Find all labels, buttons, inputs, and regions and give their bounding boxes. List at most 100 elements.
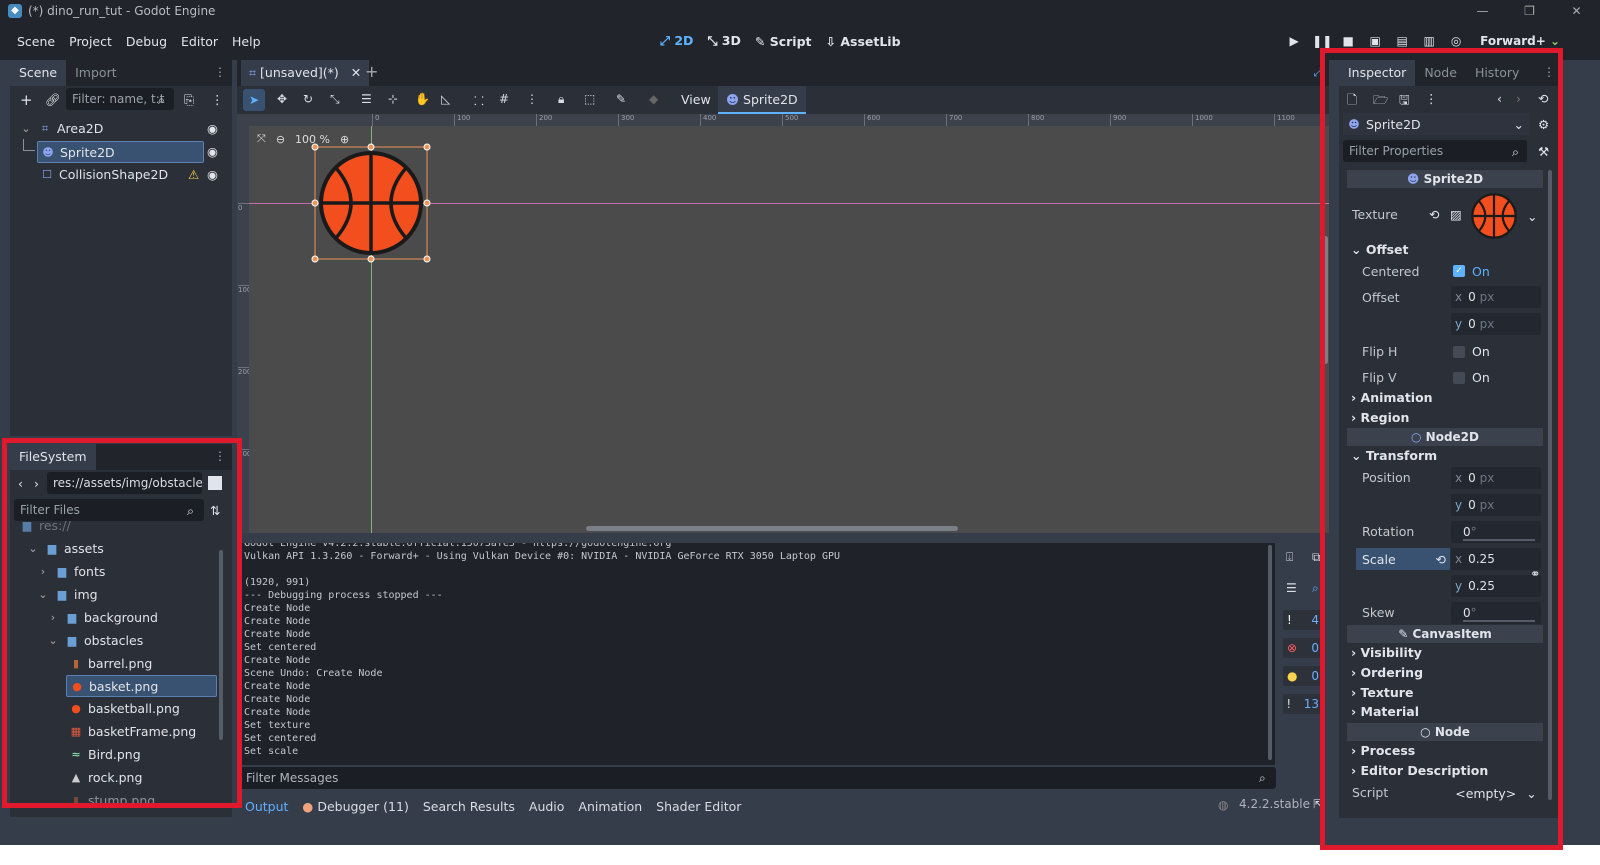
add-tab-icon[interactable]: + — [365, 62, 378, 81]
visibility-eye-icon[interactable]: ◉ — [207, 167, 218, 182]
menu-project[interactable]: Project — [62, 34, 119, 49]
chevron-down-icon[interactable]: ⌄ — [36, 588, 50, 601]
tab-shader-editor[interactable]: Shader Editor — [656, 799, 741, 814]
back-icon[interactable]: ‹ — [18, 476, 23, 491]
tab-scene[interactable]: Scene — [10, 60, 67, 86]
texture-preview[interactable] — [1468, 190, 1520, 242]
tab-inspector[interactable]: Inspector — [1339, 60, 1416, 86]
collapse-icon[interactable]: ☰ — [1286, 581, 1297, 595]
rotate-mode-icon[interactable]: ↻ — [303, 92, 313, 106]
tab-audio[interactable]: Audio — [529, 799, 565, 814]
fs-item-rock[interactable]: ▲ rock.png — [69, 770, 143, 785]
instantiate-scene-icon[interactable]: ⎘ — [184, 92, 194, 108]
output-scrollbar[interactable] — [1268, 545, 1272, 760]
warning-count-badge[interactable]: ● 0 — [1283, 666, 1323, 686]
fs-item-basketframe[interactable]: ▦ basketFrame.png — [69, 724, 196, 739]
sort-icon[interactable]: ⇅ — [210, 503, 220, 518]
basketball-sprite[interactable] — [319, 151, 423, 255]
chevron-down-icon[interactable]: ⌄ — [1527, 209, 1537, 224]
search-icon[interactable]: ⌕ — [1312, 581, 1319, 596]
scale-mode-icon[interactable]: ⤡ — [330, 92, 340, 107]
kebab-menu-icon[interactable]: ⋮ — [214, 65, 226, 79]
scale-y-field[interactable]: y 0.25 — [1451, 575, 1541, 597]
toggle-split-icon[interactable] — [208, 476, 222, 490]
menu-debug[interactable]: Debug — [119, 34, 174, 49]
texture-edit-icon[interactable]: ▨ — [1450, 207, 1462, 222]
zoom-out-icon[interactable]: ⊖ — [276, 133, 285, 146]
horizontal-scrollbar[interactable] — [586, 526, 958, 531]
new-resource-icon[interactable]: 🗋 — [1347, 91, 1357, 112]
renderer-select[interactable]: Forward+ ⌄ — [1480, 34, 1560, 48]
position-y-field[interactable]: y0 px — [1451, 494, 1541, 516]
flip-v-checkbox[interactable] — [1453, 372, 1465, 384]
save-resource-icon[interactable]: 🖫 — [1399, 91, 1410, 112]
stop-icon[interactable]: ■ — [1339, 34, 1357, 48]
section-node[interactable]: ○ Node — [1347, 723, 1543, 741]
tab-filesystem[interactable]: FileSystem — [10, 444, 96, 470]
section-canvasitem[interactable]: ✎ CanvasItem — [1347, 625, 1543, 643]
position-x-field[interactable]: x0 px — [1451, 467, 1541, 489]
maximize-button[interactable]: ❐ — [1506, 0, 1553, 22]
vertical-scrollbar[interactable] — [1323, 236, 1328, 364]
link-icon[interactable]: 🔗︎ — [45, 92, 61, 108]
sprite-selection[interactable] — [311, 143, 436, 268]
group-transform[interactable]: ⌄ Transform — [1351, 448, 1437, 463]
group-process[interactable]: › Process — [1351, 743, 1415, 758]
filesystem-scrollbar[interactable] — [219, 550, 223, 740]
resize-handle[interactable] — [367, 143, 375, 151]
skeleton-icon[interactable]: ✎ — [616, 92, 626, 106]
group-material[interactable]: › Material — [1351, 704, 1419, 719]
menu-scene[interactable]: Scene — [10, 34, 62, 49]
kebab-menu-icon[interactable]: ⋮ — [214, 449, 226, 463]
centered-checkbox[interactable]: ✓ — [1453, 265, 1465, 277]
editor-count-badge[interactable]: ǃ 13 — [1283, 694, 1323, 714]
tab-animation[interactable]: Animation — [578, 799, 642, 814]
object-history-icon[interactable]: ⟲ — [1538, 91, 1548, 106]
fs-item-assets[interactable]: ⌄ ▆ assets — [26, 541, 103, 556]
revert-icon[interactable]: ⟲ — [1429, 207, 1439, 222]
revert-icon[interactable]: ⟲ — [1436, 552, 1446, 567]
resize-handle[interactable] — [423, 143, 431, 151]
script-picker[interactable]: <empty> ⌄ — [1451, 782, 1541, 804]
resize-handle[interactable] — [311, 255, 319, 263]
fs-item-fonts[interactable]: › ▆ fonts — [36, 564, 106, 579]
warning-icon[interactable]: ⚠ — [188, 167, 199, 182]
tab-history[interactable]: History — [1466, 60, 1528, 86]
filter-messages-input[interactable]: Filter Messages — [240, 767, 1276, 789]
section-sprite2d[interactable]: ☻ Sprite2D — [1347, 170, 1543, 188]
fs-item-stump[interactable]: ▮ stump.png — [69, 793, 155, 808]
visibility-eye-icon[interactable]: ◉ — [207, 144, 218, 159]
resize-handle[interactable] — [423, 255, 431, 263]
offset-y-field[interactable]: y0 px — [1451, 313, 1541, 335]
open-resource-icon[interactable]: 🗁 — [1373, 91, 1389, 112]
tree-item-area2d[interactable]: ⌄ ⌗ Area2D — [19, 121, 103, 136]
history-forward-icon[interactable]: › — [1516, 91, 1521, 106]
expand-panel-icon[interactable]: ⇱ — [1313, 797, 1323, 811]
forward-icon[interactable]: › — [34, 476, 39, 491]
minimize-button[interactable]: — — [1459, 0, 1506, 22]
kebab-menu-icon[interactable]: ⋮ — [1543, 65, 1555, 79]
section-node2d[interactable]: ○ Node2D — [1347, 428, 1543, 446]
camera-override-icon[interactable]: ◆ — [649, 92, 658, 106]
node-docs-icon[interactable]: ⚙ — [1538, 117, 1549, 132]
view-menu-button[interactable]: View — [681, 92, 711, 107]
offset-x-field[interactable]: x0 px — [1451, 286, 1541, 308]
collapse-arrow-icon[interactable]: ⌄ — [19, 122, 33, 135]
tab-output[interactable]: Output — [245, 799, 288, 814]
scene-tab-unsaved[interactable]: ⌗ [unsaved](*) ✕ — [241, 60, 370, 86]
tab-debugger[interactable]: ● Debugger (11) — [302, 799, 408, 814]
resize-handle[interactable] — [311, 143, 319, 151]
workspace-3d-button[interactable]: ⤡ 3D — [707, 33, 740, 49]
smart-snap-icon[interactable]: ⸬ — [474, 92, 484, 109]
distraction-free-icon[interactable]: ⤢ — [1313, 65, 1323, 80]
fs-item-bird[interactable]: ≈ Bird.png — [69, 747, 140, 762]
pan-mode-icon[interactable]: ✋ — [415, 92, 430, 106]
menu-help[interactable]: Help — [225, 34, 268, 49]
workspace-2d-button[interactable]: ⤢ 2D — [660, 33, 693, 49]
pause-icon[interactable]: ❚❚ — [1312, 34, 1332, 48]
history-back-icon[interactable]: ‹ — [1497, 91, 1502, 106]
move-mode-icon[interactable]: ✥ — [277, 92, 287, 106]
group-visibility[interactable]: › Visibility — [1351, 645, 1422, 660]
play-scene-icon[interactable]: ▤ — [1393, 34, 1411, 48]
scale-x-field[interactable]: x 0.25 — [1451, 548, 1541, 570]
